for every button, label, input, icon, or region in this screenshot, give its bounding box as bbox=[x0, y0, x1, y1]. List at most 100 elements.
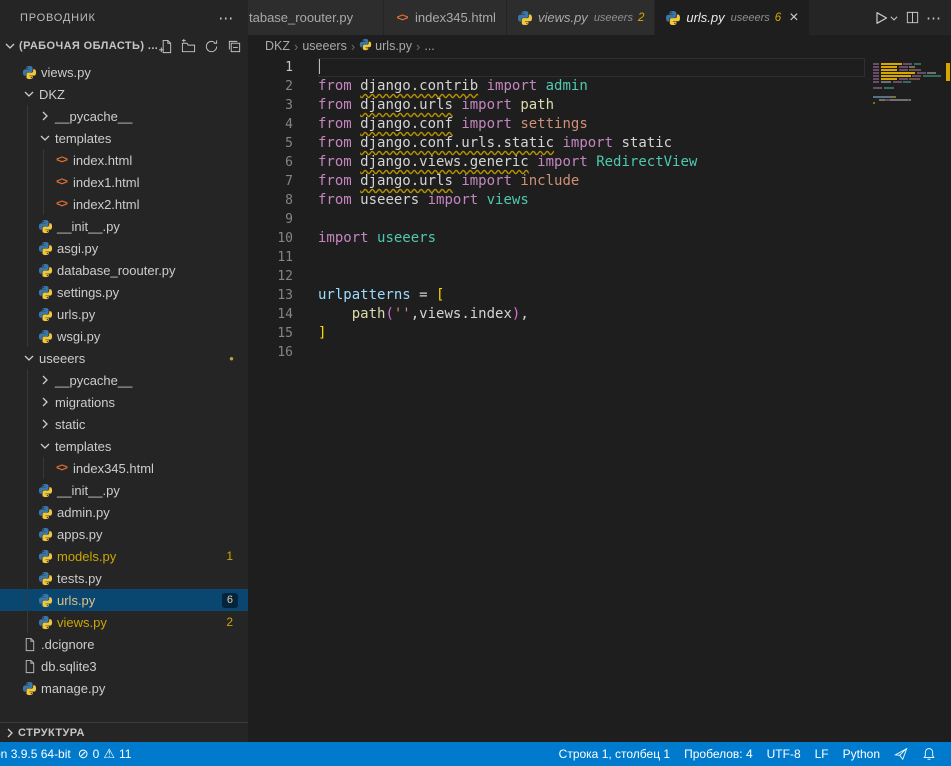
tree-file-apps.py[interactable]: apps.py bbox=[0, 523, 248, 545]
breadcrumb-item[interactable]: urls.py bbox=[359, 38, 412, 54]
line-number: 11 bbox=[248, 248, 318, 267]
code-text: from django.views.generic import Redirec… bbox=[318, 153, 697, 172]
python-icon bbox=[20, 64, 39, 80]
notifications-bell-icon[interactable] bbox=[915, 742, 943, 766]
tree-file-database_roouter.py[interactable]: database_roouter.py bbox=[0, 259, 248, 281]
refresh-icon[interactable] bbox=[203, 38, 219, 54]
tree-file-urls.py[interactable]: urls.py bbox=[0, 303, 248, 325]
tree-file-__init__.py[interactable]: __init__.py bbox=[0, 215, 248, 237]
tree-file-.dcignore[interactable]: .dcignore bbox=[0, 633, 248, 655]
tree-folder-__pycache__[interactable]: __pycache__ bbox=[0, 105, 248, 127]
tree-item-label: __pycache__ bbox=[55, 109, 132, 124]
code-line-4[interactable]: 4from django.conf import settings bbox=[248, 115, 951, 134]
file-icon bbox=[20, 636, 39, 652]
tree-file-views.py[interactable]: views.py bbox=[0, 61, 248, 83]
tree-file-index1.html[interactable]: <>index1.html bbox=[0, 171, 248, 193]
breadcrumb-item[interactable]: DKZ bbox=[265, 39, 290, 53]
tree-file-tests.py[interactable]: tests.py bbox=[0, 567, 248, 589]
status-right: Строка 1, столбец 1 Пробелов: 4 UTF-8 LF… bbox=[552, 742, 951, 766]
code-line-12[interactable]: 12 bbox=[248, 267, 951, 286]
indentation-indicator[interactable]: Пробелов: 4 bbox=[677, 742, 760, 766]
tree-item-label: __init__.py bbox=[57, 483, 120, 498]
tree-folder-DKZ[interactable]: DKZ bbox=[0, 83, 248, 105]
code-line-13[interactable]: 13urlpatterns = [ bbox=[248, 286, 951, 305]
tree-file-db.sqlite3[interactable]: db.sqlite3 bbox=[0, 655, 248, 677]
new-file-icon[interactable] bbox=[157, 38, 173, 54]
explorer-more-icon[interactable]: ⋯ bbox=[218, 9, 234, 27]
outline-section-header[interactable]: СТРУКТУРА bbox=[0, 722, 248, 742]
tree-folder-useeers[interactable]: useeers● bbox=[0, 347, 248, 369]
python-version-label: Python 3.9.5 64-bit bbox=[0, 747, 71, 761]
tree-item-label: views.py bbox=[57, 615, 107, 630]
tree-file-__init__.py[interactable]: __init__.py bbox=[0, 479, 248, 501]
code-line-7[interactable]: 7from django.urls import include bbox=[248, 172, 951, 191]
tree-file-settings.py[interactable]: settings.py bbox=[0, 281, 248, 303]
python-interpreter-indicator[interactable]: Python 3.9.5 64-bit bbox=[0, 742, 71, 766]
tree-file-index345.html[interactable]: <>index345.html bbox=[0, 457, 248, 479]
tab-problems-badge: 6 bbox=[775, 12, 781, 24]
tree-folder-templates[interactable]: templates bbox=[0, 435, 248, 457]
tree-file-admin.py[interactable]: admin.py bbox=[0, 501, 248, 523]
tab-index345.html[interactable]: <>index345.html bbox=[384, 0, 507, 35]
new-folder-icon[interactable] bbox=[180, 38, 196, 54]
minimap[interactable] bbox=[873, 60, 943, 108]
chevron-down-icon bbox=[2, 38, 18, 54]
tree-item-label: db.sqlite3 bbox=[41, 659, 97, 674]
code-text: ] bbox=[318, 324, 326, 343]
tree-file-asgi.py[interactable]: asgi.py bbox=[0, 237, 248, 259]
code-line-11[interactable]: 11 bbox=[248, 248, 951, 267]
line-number: 2 bbox=[248, 77, 318, 96]
tree-folder-templates[interactable]: templates bbox=[0, 127, 248, 149]
code-line-3[interactable]: 3from django.urls import path bbox=[248, 96, 951, 115]
code-line-6[interactable]: 6from django.views.generic import Redire… bbox=[248, 153, 951, 172]
explorer-sidebar: ПРОВОДНИК ⋯ (РАБОЧАЯ ОБЛАСТЬ) ... views.… bbox=[0, 0, 248, 742]
problems-count-badge: 1 bbox=[226, 549, 233, 563]
tree-folder-migrations[interactable]: migrations bbox=[0, 391, 248, 413]
run-python-file-button[interactable] bbox=[873, 7, 899, 29]
breadcrumb-item[interactable]: useeers bbox=[302, 39, 346, 53]
line-number: 7 bbox=[248, 172, 318, 191]
tab-tabase_roouter.py[interactable]: tabase_roouter.py bbox=[248, 0, 384, 35]
outline-label: СТРУКТУРА bbox=[18, 727, 85, 739]
tree-file-views.py[interactable]: views.py2 bbox=[0, 611, 248, 633]
tree-file-wsgi.py[interactable]: wsgi.py bbox=[0, 325, 248, 347]
code-editor[interactable]: 12from django.contrib import admin3from … bbox=[248, 57, 951, 742]
tree-file-manage.py[interactable]: manage.py bbox=[0, 677, 248, 699]
close-tab-icon[interactable]: × bbox=[789, 10, 798, 26]
code-line-14[interactable]: 14 path('',views.index), bbox=[248, 305, 951, 324]
feedback-icon[interactable] bbox=[887, 742, 915, 766]
code-text: path('',views.index), bbox=[318, 305, 529, 324]
workspace-section-header[interactable]: (РАБОЧАЯ ОБЛАСТЬ) ... bbox=[0, 35, 248, 57]
code-line-9[interactable]: 9 bbox=[248, 210, 951, 229]
cursor-position-indicator[interactable]: Строка 1, столбец 1 bbox=[552, 742, 677, 766]
split-editor-button[interactable] bbox=[905, 7, 920, 29]
code-line-8[interactable]: 8from useeers import views bbox=[248, 191, 951, 210]
code-line-16[interactable]: 16 bbox=[248, 343, 951, 362]
collapse-all-icon[interactable] bbox=[226, 38, 242, 54]
tree-file-urls.py[interactable]: urls.py6 bbox=[0, 589, 248, 611]
tree-file-models.py[interactable]: models.py1 bbox=[0, 545, 248, 567]
problems-indicator[interactable]: ⊘ 0 ⚠ 11 bbox=[71, 742, 139, 766]
tree-folder-__pycache__[interactable]: __pycache__ bbox=[0, 369, 248, 391]
code-line-5[interactable]: 5from django.conf.urls.static import sta… bbox=[248, 134, 951, 153]
language-mode-indicator[interactable]: Python bbox=[836, 742, 887, 766]
code-line-2[interactable]: 2from django.contrib import admin bbox=[248, 77, 951, 96]
tab-views.py[interactable]: views.pyuseeers2 bbox=[507, 0, 655, 35]
line-number: 1 bbox=[248, 58, 318, 77]
code-text: from django.urls import include bbox=[318, 172, 579, 191]
code-line-1[interactable]: 1 bbox=[248, 58, 951, 77]
html-icon: <> bbox=[52, 152, 71, 168]
tab-urls.py[interactable]: urls.pyuseeers6× bbox=[655, 0, 809, 35]
tab-bar: tabase_roouter.py<>index345.htmlviews.py… bbox=[248, 0, 951, 35]
tree-folder-static[interactable]: static bbox=[0, 413, 248, 435]
eol-indicator[interactable]: LF bbox=[808, 742, 836, 766]
tree-file-index.html[interactable]: <>index.html bbox=[0, 149, 248, 171]
code-line-10[interactable]: 10import useeers bbox=[248, 229, 951, 248]
tree-file-index2.html[interactable]: <>index2.html bbox=[0, 193, 248, 215]
python-icon bbox=[36, 218, 55, 234]
editor-more-actions-icon[interactable]: ⋯ bbox=[926, 7, 941, 29]
code-line-15[interactable]: 15] bbox=[248, 324, 951, 343]
breadcrumb-item[interactable]: ... bbox=[424, 39, 434, 53]
encoding-indicator[interactable]: UTF-8 bbox=[760, 742, 808, 766]
tab-problems-badge: 2 bbox=[638, 12, 644, 24]
